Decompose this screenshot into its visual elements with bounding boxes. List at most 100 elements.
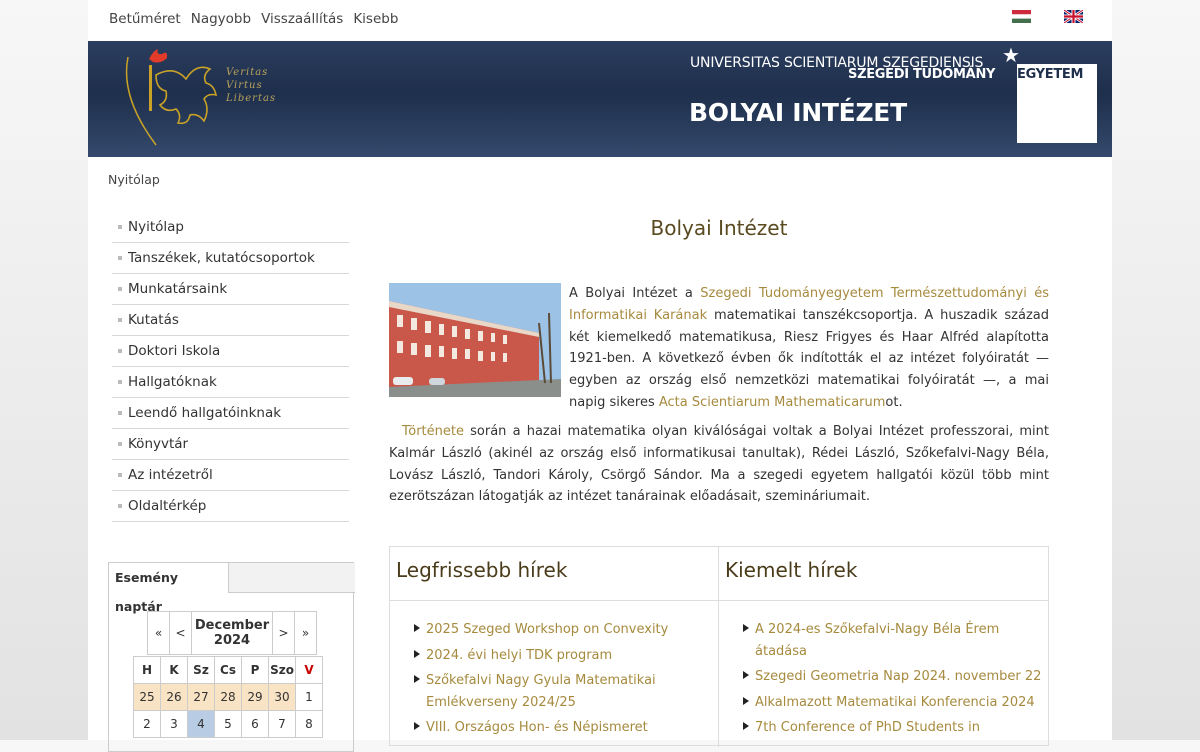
font-smaller-link[interactable]: Kisebb	[353, 11, 398, 27]
news-item-link[interactable]: 7th Conference of PhD Students in	[755, 720, 980, 735]
font-size-controls: Betűméret Nagyobb Visszaállítás Kisebb	[109, 11, 408, 27]
history-link[interactable]: Története	[402, 424, 464, 439]
news-item[interactable]: VIII. Országos Hon- és Népismeret	[414, 717, 718, 739]
motto-line: Libertas	[226, 93, 277, 104]
triangle-bullet-icon	[743, 671, 749, 679]
star-icon: ★	[1002, 43, 1020, 67]
triangle-bullet-icon	[414, 649, 420, 658]
sidebar-item-kutatas[interactable]: Kutatás	[112, 305, 349, 336]
calendar-next-button[interactable]: >	[272, 611, 295, 655]
news-panels: Legfrissebb hírek 2025 Szeged Workshop o…	[389, 546, 1049, 747]
calendar-first-button[interactable]: «	[147, 611, 170, 655]
news-item-link[interactable]: Szőkefalvi Nagy Gyula Matematikai Emlékv…	[426, 673, 656, 710]
calendar-day[interactable]: 2	[133, 710, 161, 738]
calendar-day[interactable]: 28	[214, 683, 242, 711]
news-item[interactable]: A 2024-es Szőkefalvi-Nagy Béla Érem átad…	[743, 619, 1049, 662]
top-bar: Betűméret Nagyobb Visszaállítás Kisebb	[88, 0, 1112, 41]
calendar-day[interactable]: 5	[214, 710, 242, 738]
calendar-tab-bar	[229, 563, 355, 593]
weekday-header: P	[241, 656, 269, 684]
calendar-day[interactable]: 1	[295, 683, 323, 711]
sidebar-item-label: Leendő hallgatóinknak	[128, 405, 282, 421]
bullet-icon	[118, 349, 122, 353]
latest-news-title: Legfrissebb hírek	[390, 547, 718, 601]
news-item[interactable]: 7th Conference of PhD Students in	[743, 717, 1049, 739]
sidebar-item-label: Kutatás	[128, 312, 179, 328]
sidebar-item-label: Az intézetről	[128, 467, 213, 483]
latest-news-list: 2025 Szeged Workshop on Convexity 2024. …	[390, 601, 718, 739]
news-item-link[interactable]: VIII. Országos Hon- és Népismeret	[426, 720, 648, 735]
bullet-icon	[118, 504, 122, 508]
news-item[interactable]: Alkalmazott Matematikai Konferencia 2024	[743, 692, 1049, 714]
site-header: Veritas Virtus Libertas UNIVERSITAS SCIE…	[88, 41, 1112, 157]
font-size-label: Betűméret	[109, 11, 181, 27]
news-item[interactable]: Szőkefalvi Nagy Gyula Matematikai Emlékv…	[414, 670, 718, 713]
sidebar-item-label: Hallgatóknak	[128, 374, 217, 390]
bullet-icon	[118, 318, 122, 322]
sidebar-item-oldalterkep[interactable]: Oldaltérkép	[112, 491, 349, 522]
bullet-icon	[118, 411, 122, 415]
font-reset-link[interactable]: Visszaállítás	[261, 11, 343, 27]
english-flag-icon[interactable]	[1064, 10, 1083, 23]
calendar-day[interactable]: 26	[160, 683, 188, 711]
intro-text: A Bolyai Intézet a	[569, 286, 701, 301]
sidebar-item-tanszekek[interactable]: Tanszékek, kutatócsoportok	[112, 243, 349, 274]
calendar-day[interactable]: 7	[268, 710, 296, 738]
news-item-link[interactable]: A 2024-es Szőkefalvi-Nagy Béla Érem átad…	[755, 622, 999, 659]
triangle-bullet-icon	[414, 624, 420, 632]
institute-title: BOLYAI INTÉZET	[689, 98, 907, 127]
bullet-icon	[118, 287, 122, 291]
calendar-last-button[interactable]: »	[294, 611, 317, 655]
bullet-icon	[118, 442, 122, 446]
calendar-week-row: 25 26 27 28 29 30 1	[133, 683, 323, 711]
acta-link[interactable]: Acta Scientiarum Mathematicarum	[659, 395, 886, 410]
sidebar-item-doktori-iskola[interactable]: Doktori Iskola	[112, 336, 349, 367]
hungarian-flag-icon[interactable]	[1012, 10, 1031, 23]
calendar-tab[interactable]: Esemény naptár	[109, 563, 229, 614]
news-item[interactable]: 2024. évi helyi TDK program	[414, 645, 718, 667]
calendar-grid: H K Sz Cs P Szo V 25 26 27 28 29 30 1 2 …	[133, 656, 323, 738]
news-item-link[interactable]: Szegedi Geometria Nap 2024. november 22	[755, 669, 1041, 684]
motto-line: Virtus	[226, 80, 263, 91]
news-item-link[interactable]: Alkalmazott Matematikai Konferencia 2024	[755, 695, 1035, 710]
news-item-link[interactable]: 2025 Szeged Workshop on Convexity	[426, 622, 668, 637]
font-bigger-link[interactable]: Nagyobb	[191, 11, 251, 27]
sidebar-item-label: Tanszékek, kutatócsoportok	[128, 250, 315, 266]
calendar-day[interactable]: 30	[268, 683, 296, 711]
intro-paragraph: A Bolyai Intézet a Szegedi Tudományegyet…	[569, 283, 1049, 414]
sidebar-navigation: Nyitólap Tanszékek, kutatócsoportok Munk…	[112, 212, 349, 522]
sidebar-item-az-intezetrol[interactable]: Az intézetről	[112, 460, 349, 491]
featured-news-panel: Kiemelt hírek A 2024-es Szőkefalvi-Nagy …	[719, 547, 1049, 747]
sidebar-item-label: Könyvtár	[128, 436, 189, 452]
sidebar-item-munkatarsaink[interactable]: Munkatársaink	[112, 274, 349, 305]
news-item-link[interactable]: 2024. évi helyi TDK program	[426, 648, 612, 663]
calendar-day-today[interactable]: 4	[187, 710, 215, 738]
bullet-icon	[118, 380, 122, 384]
calendar-navigation: « < December 2024 > »	[147, 611, 317, 655]
calendar-weekday-row: H K Sz Cs P Szo V	[133, 656, 323, 684]
calendar-day[interactable]: 25	[133, 683, 161, 711]
sidebar-item-nyitolap[interactable]: Nyitólap	[112, 212, 349, 243]
institute-building-photo	[389, 283, 561, 397]
motto-line: Veritas	[226, 67, 269, 78]
calendar-week-row: 2 3 4 5 6 7 8	[133, 710, 323, 738]
calendar-day[interactable]: 27	[187, 683, 215, 711]
news-item[interactable]: Szegedi Geometria Nap 2024. november 22	[743, 666, 1049, 688]
motto: Veritas Virtus Libertas	[226, 66, 276, 105]
calendar-day[interactable]: 3	[160, 710, 188, 738]
bullet-icon	[118, 225, 122, 229]
sidebar-item-leendo-hallgatoinknak[interactable]: Leendő hallgatóinknak	[112, 398, 349, 429]
sidebar-item-hallgatoknak[interactable]: Hallgatóknak	[112, 367, 349, 398]
sidebar-item-konyvtar[interactable]: Könyvtár	[112, 429, 349, 460]
calendar-prev-button[interactable]: <	[169, 611, 192, 655]
page: Betűméret Nagyobb Visszaállítás Kisebb Veri…	[88, 0, 1112, 752]
calendar-day[interactable]: 29	[241, 683, 269, 711]
calendar-day[interactable]: 8	[295, 710, 323, 738]
triangle-bullet-icon	[743, 722, 749, 730]
intro-text: ot.	[885, 394, 903, 410]
news-item[interactable]: 2025 Szeged Workshop on Convexity	[414, 619, 718, 641]
breadcrumb[interactable]: Nyitólap	[108, 172, 160, 187]
weekday-header: H	[133, 656, 161, 684]
calendar-day[interactable]: 6	[241, 710, 269, 738]
sidebar-item-label: Doktori Iskola	[128, 343, 221, 359]
